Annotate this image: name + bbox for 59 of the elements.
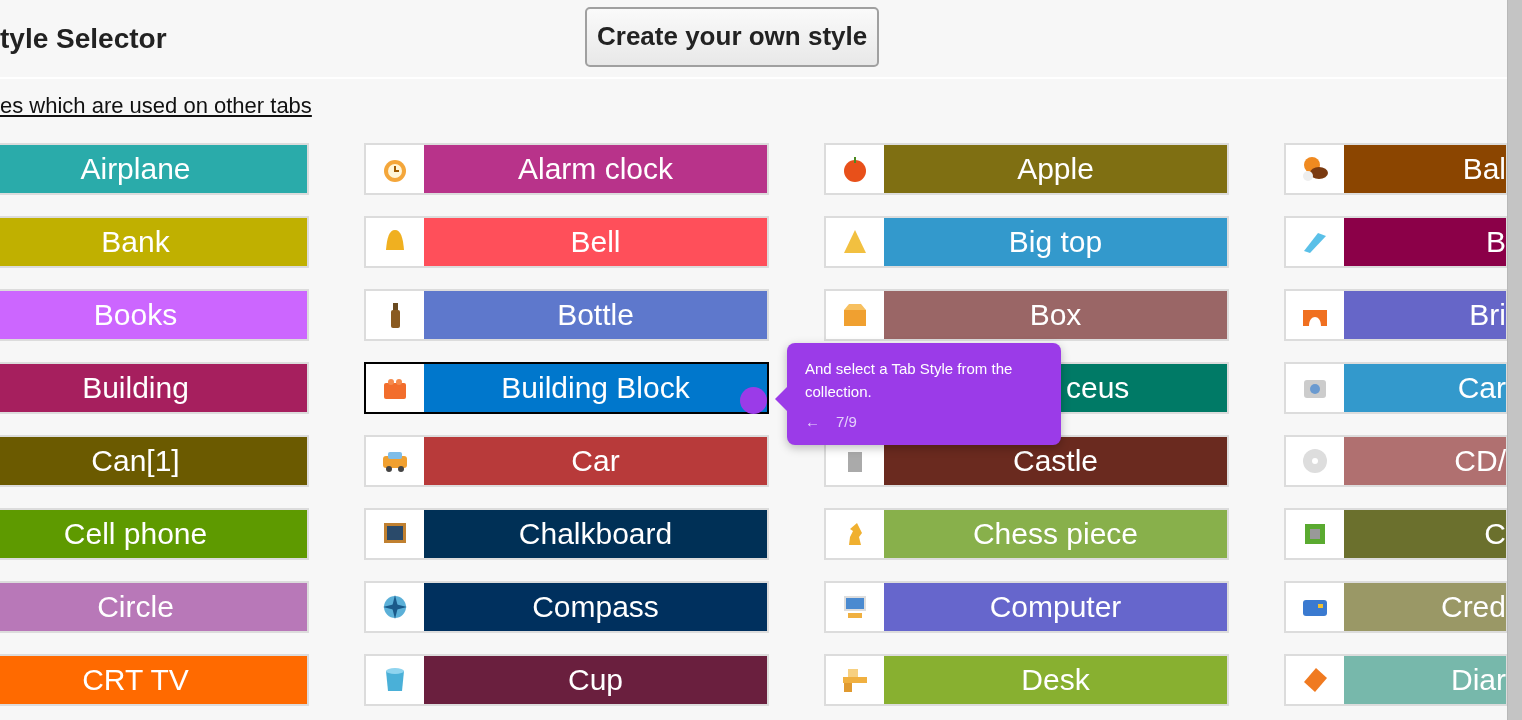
tab-style-option[interactable]: Building Block	[364, 362, 769, 414]
style-name: CD/	[1344, 437, 1506, 485]
tab-style-option[interactable]: Desk	[824, 654, 1229, 706]
style-name: Box	[884, 291, 1227, 339]
tab-style-option[interactable]: Cred	[1284, 581, 1507, 633]
style-name: Chalkboard	[424, 510, 767, 558]
style-name: Bottle	[424, 291, 767, 339]
tab-style-option[interactable]: Car	[364, 435, 769, 487]
tab-style-option[interactable]: Airplane	[0, 143, 309, 195]
tab-style-option[interactable]: Chalkboard	[364, 508, 769, 560]
used-styles-link[interactable]: es which are used on other tabs	[0, 93, 312, 119]
style-name: Bell	[424, 218, 767, 266]
tab-style-option[interactable]: Apple	[824, 143, 1229, 195]
tab-style-option[interactable]: Car	[1284, 362, 1507, 414]
tab-style-option[interactable]: Building	[0, 362, 309, 414]
style-name: Compass	[424, 583, 767, 631]
tab-style-option[interactable]: Circle	[0, 581, 309, 633]
page-title: tyle Selector	[0, 22, 168, 55]
back-arrow[interactable]: ←	[805, 413, 820, 431]
style-name: Diar	[1344, 656, 1506, 704]
tab-style-option[interactable]: CD/	[1284, 435, 1507, 487]
balls-icon	[1300, 154, 1330, 184]
style-name: Bri	[1344, 291, 1506, 339]
tab-style-option[interactable]: Bottle	[364, 289, 769, 341]
tab-style-option[interactable]: Alarm clock	[364, 143, 769, 195]
style-name: Alarm clock	[424, 145, 767, 193]
tab-style-option[interactable]: Compass	[364, 581, 769, 633]
bottle-icon	[390, 302, 400, 328]
style-name: Cred	[1344, 583, 1506, 631]
style-name: Car	[1344, 364, 1506, 412]
tab-style-option[interactable]: Big top	[824, 216, 1229, 268]
tab-style-option[interactable]: Cup	[364, 654, 769, 706]
style-name: Bal	[1344, 145, 1506, 193]
tab-style-option[interactable]: Bal	[1284, 143, 1507, 195]
tab-style-option[interactable]: Can[1]	[0, 435, 309, 487]
tab-style-option[interactable]: Box	[824, 289, 1229, 341]
style-name: Computer	[884, 583, 1227, 631]
style-name: Castle	[884, 437, 1227, 485]
tab-style-option[interactable]: Books	[0, 289, 309, 341]
tab-style-option[interactable]: CRT TV	[0, 654, 309, 706]
style-name: Apple	[884, 145, 1227, 193]
tab-style-option[interactable]: Cell phone	[0, 508, 309, 560]
tab-style-option[interactable]: Bell	[364, 216, 769, 268]
style-name: Desk	[884, 656, 1227, 704]
style-name: Big top	[884, 218, 1227, 266]
create-style-button[interactable]: Create your own style	[585, 6, 880, 67]
tab-style-option[interactable]: Chess piece	[824, 508, 1229, 560]
style-name: Cup	[424, 656, 767, 704]
disc-icon	[1300, 446, 1330, 476]
style-name: Building Block	[424, 364, 767, 412]
style-name: Chess piece	[884, 510, 1227, 558]
tab-style-option[interactable]: Bri	[1284, 289, 1507, 341]
style-name: C	[1344, 510, 1506, 558]
step-counter: 7/9	[836, 413, 857, 431]
tab-style-option[interactable]: C	[1284, 508, 1507, 560]
tab-style-option[interactable]: Computer	[824, 581, 1229, 633]
style-name: B	[1344, 218, 1506, 266]
tab-style-option[interactable]: B	[1284, 216, 1507, 268]
style-name: Car	[424, 437, 767, 485]
